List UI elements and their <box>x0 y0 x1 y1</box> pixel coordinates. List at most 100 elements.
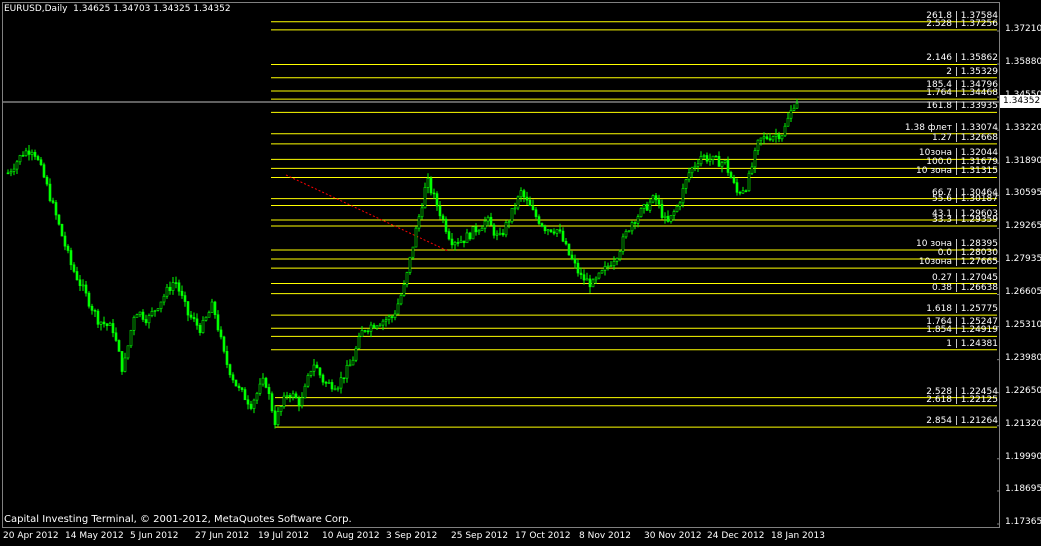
candle-body <box>513 207 517 210</box>
candle <box>372 322 376 329</box>
candle <box>723 159 727 165</box>
candle <box>306 373 310 388</box>
candle-body <box>189 314 193 318</box>
candle-body <box>414 227 418 248</box>
candle <box>504 220 508 238</box>
candle <box>681 183 685 208</box>
candle <box>645 201 649 211</box>
candle-body <box>720 162 724 167</box>
candle <box>408 256 412 275</box>
candle-body <box>495 233 499 236</box>
candle <box>441 213 445 224</box>
candle <box>105 323 109 331</box>
candle-body <box>672 211 676 216</box>
candle <box>702 153 706 160</box>
candle <box>690 166 694 179</box>
candle-body <box>111 323 115 334</box>
candle <box>66 244 70 254</box>
trend-line <box>285 174 449 252</box>
candle <box>387 314 391 325</box>
candle-body <box>750 166 754 174</box>
candle <box>567 243 571 256</box>
candle-body <box>612 261 616 267</box>
candle <box>303 383 307 399</box>
candle <box>276 407 280 427</box>
candle-body <box>666 215 670 222</box>
candle <box>720 160 724 173</box>
candle-body <box>777 134 781 140</box>
candle <box>636 214 640 228</box>
candle <box>186 301 190 322</box>
candle-body <box>480 227 484 231</box>
candle <box>189 310 193 320</box>
candle-body <box>123 357 127 372</box>
candle <box>351 356 355 366</box>
candle <box>246 395 250 410</box>
candle-body <box>789 109 793 119</box>
candle <box>75 266 79 281</box>
candle <box>462 240 466 248</box>
candle <box>699 151 703 167</box>
candle-body <box>723 160 727 163</box>
candle <box>96 308 100 328</box>
candle <box>459 235 463 244</box>
candle <box>783 122 787 137</box>
candle-body <box>171 282 175 291</box>
candle <box>693 161 697 172</box>
candle-body <box>564 240 568 245</box>
fibo-level-label: 1.764 | 1.34468 <box>926 88 998 99</box>
candle-body <box>711 155 715 160</box>
candle <box>615 257 619 266</box>
candle <box>426 173 430 194</box>
candle <box>432 188 436 200</box>
candle <box>309 370 313 378</box>
candle <box>537 214 541 226</box>
candle <box>747 170 751 192</box>
candle-body <box>372 324 376 329</box>
candle <box>525 191 529 205</box>
candle <box>765 133 769 141</box>
candle-body <box>345 365 349 379</box>
candle-body <box>6 172 10 175</box>
chart-window[interactable]: EURUSD,Daily 1.34625 1.34703 1.34325 1.3… <box>0 0 1041 546</box>
candle-body <box>255 393 259 401</box>
candle <box>135 313 139 318</box>
candle <box>498 227 502 236</box>
price-chart-area[interactable] <box>2 2 1000 528</box>
candle <box>606 262 610 271</box>
candle-body <box>12 168 16 172</box>
candle <box>417 214 421 232</box>
candle-body <box>432 192 436 195</box>
candle-body <box>384 319 388 322</box>
candle <box>597 272 601 280</box>
candle <box>564 237 568 246</box>
candle <box>738 190 742 196</box>
fibo-level-label: 33.3 | 1.29359 <box>931 215 998 226</box>
candle <box>510 208 514 224</box>
candle-body <box>570 254 574 260</box>
candlestick-chart[interactable] <box>3 3 999 527</box>
candle <box>507 219 511 229</box>
candle <box>759 137 763 146</box>
candle-body <box>114 332 118 341</box>
candle <box>678 201 682 211</box>
candle-body <box>477 230 481 233</box>
candle <box>273 405 277 429</box>
candle <box>366 329 370 335</box>
candle <box>390 314 394 323</box>
candle-body <box>459 240 463 243</box>
candle <box>285 391 289 400</box>
candle-body <box>147 315 151 324</box>
price-axis-label: 1.21320 <box>1005 418 1041 429</box>
candle <box>195 313 199 330</box>
candle-body <box>417 216 421 229</box>
candle-body <box>168 286 172 291</box>
candle-body <box>192 317 196 320</box>
candle <box>456 237 460 247</box>
candle <box>486 215 490 227</box>
candle-body <box>330 382 334 390</box>
candle-body <box>15 161 19 170</box>
candle <box>63 231 67 251</box>
candle-body <box>447 231 451 240</box>
candle <box>534 207 538 219</box>
